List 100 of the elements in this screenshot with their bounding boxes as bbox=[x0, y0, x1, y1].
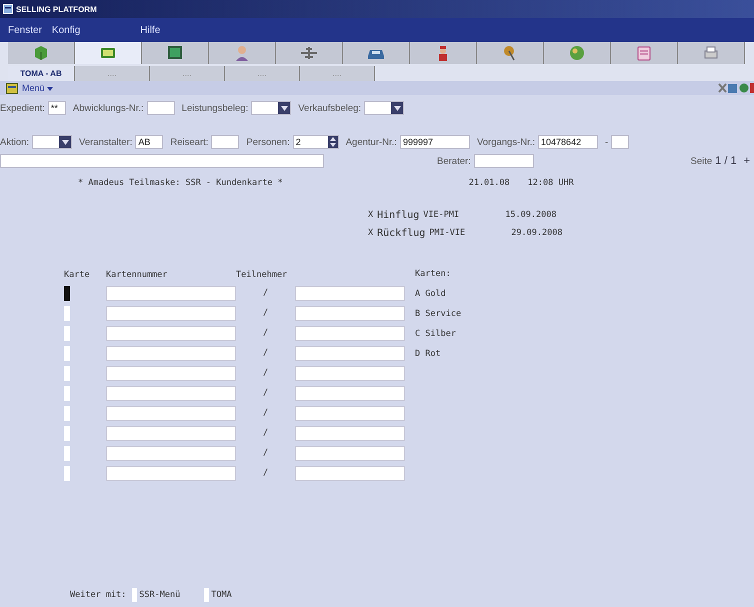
field-label: Berater: bbox=[437, 156, 471, 166]
toolbar-tab[interactable] bbox=[209, 42, 276, 64]
card-icon bbox=[99, 45, 117, 61]
menu-item[interactable]: Fenster bbox=[8, 24, 42, 36]
app-icon bbox=[3, 4, 13, 14]
toolbar-tab[interactable] bbox=[410, 42, 477, 64]
input-field[interactable] bbox=[211, 135, 240, 149]
card-code-field[interactable] bbox=[64, 426, 70, 440]
separator-text: / bbox=[262, 368, 270, 378]
card-number-field[interactable] bbox=[106, 346, 236, 360]
cube-icon bbox=[32, 45, 50, 61]
column-header: Kartennummer bbox=[106, 270, 168, 280]
field-label: Agentur-Nr.: bbox=[346, 136, 397, 148]
toolbar-tab[interactable] bbox=[276, 42, 343, 64]
dropdown[interactable] bbox=[32, 135, 72, 149]
card-number-field[interactable] bbox=[106, 466, 236, 480]
dropdown-arrow-icon bbox=[394, 106, 401, 110]
toolbar-tab[interactable] bbox=[477, 42, 544, 64]
field-label: Leistungsbeleg: bbox=[182, 102, 248, 114]
toolbar-tab[interactable] bbox=[611, 42, 678, 64]
card-number-field[interactable] bbox=[106, 386, 236, 400]
caret-icon bbox=[47, 87, 54, 91]
participant-field[interactable] bbox=[295, 406, 405, 420]
input-field[interactable]: 999997 bbox=[400, 135, 470, 149]
card-number-field[interactable] bbox=[106, 406, 236, 420]
participant-field[interactable] bbox=[295, 326, 405, 340]
dropdown[interactable] bbox=[364, 101, 404, 115]
flight-mark: X bbox=[368, 210, 374, 221]
card-code-field[interactable] bbox=[64, 446, 70, 460]
card-number-field[interactable] bbox=[106, 286, 236, 300]
dropdown[interactable] bbox=[251, 101, 292, 115]
next-page-button[interactable]: + bbox=[744, 155, 750, 167]
spinner-field[interactable]: 2 bbox=[292, 135, 339, 149]
input-field[interactable] bbox=[474, 154, 534, 168]
spinner-arrows-icon bbox=[330, 137, 336, 147]
input-field[interactable] bbox=[611, 135, 630, 149]
card-type-text: A Gold bbox=[415, 289, 447, 301]
participant-field[interactable] bbox=[295, 346, 405, 360]
screen-icon bbox=[166, 45, 184, 61]
legend-title: Karten: bbox=[415, 269, 452, 281]
option-field[interactable] bbox=[132, 588, 138, 602]
toolbar-tab[interactable] bbox=[678, 42, 745, 64]
card-code-field[interactable] bbox=[64, 286, 70, 300]
participant-field[interactable] bbox=[295, 286, 405, 300]
input-field[interactable] bbox=[0, 154, 324, 168]
page-label: Seite bbox=[690, 156, 712, 166]
card-number-field[interactable] bbox=[106, 306, 236, 320]
menu-item[interactable]: Hilfe bbox=[140, 24, 160, 36]
participant-field[interactable] bbox=[295, 426, 405, 440]
card-number-field[interactable] bbox=[106, 326, 236, 340]
field-label: Veranstalter: bbox=[79, 136, 132, 148]
card-number-field[interactable] bbox=[106, 366, 236, 380]
menu-item[interactable]: Konfig bbox=[52, 24, 80, 36]
input-field[interactable]: 10478642 bbox=[538, 135, 598, 149]
separator-text: / bbox=[262, 308, 270, 318]
participant-field[interactable] bbox=[295, 366, 405, 380]
input-field[interactable]: AB bbox=[135, 135, 164, 149]
dropdown-arrow-icon bbox=[62, 140, 69, 144]
card-code-field[interactable] bbox=[64, 346, 70, 360]
menu-button[interactable]: Menü bbox=[22, 83, 54, 93]
card-type-text: B Service bbox=[415, 309, 462, 321]
participant-field[interactable] bbox=[295, 466, 405, 480]
route-text: PMI-VIE bbox=[429, 228, 466, 239]
flight-mark: X bbox=[368, 228, 374, 239]
separator-text: / bbox=[262, 288, 270, 298]
column-header: Karte bbox=[64, 270, 91, 280]
card-number-field[interactable] bbox=[106, 426, 236, 440]
card-code-field[interactable] bbox=[64, 386, 70, 400]
window-title: SELLING PLATFORM bbox=[16, 4, 97, 14]
date-text: 15.09.2008 bbox=[505, 210, 556, 221]
field-label: Verkaufsbeleg: bbox=[298, 102, 362, 114]
card-code-field[interactable] bbox=[64, 306, 70, 320]
participant-field[interactable] bbox=[295, 306, 405, 320]
toolbar-tab[interactable] bbox=[142, 42, 209, 64]
date-text: 21.01.08 bbox=[468, 178, 510, 188]
printer-icon bbox=[702, 45, 720, 61]
field-label: Vorgangs-Nr.: bbox=[476, 136, 536, 148]
input-field[interactable]: ** bbox=[48, 101, 66, 115]
toolbar-tab[interactable] bbox=[343, 42, 410, 64]
card-type-text: C Silber bbox=[415, 329, 457, 341]
person-icon bbox=[233, 45, 251, 61]
participant-field[interactable] bbox=[295, 386, 405, 400]
toolbar-tab[interactable] bbox=[8, 42, 75, 64]
card-number-field[interactable] bbox=[106, 446, 236, 460]
card-code-field[interactable] bbox=[64, 366, 70, 380]
date-text: 29.09.2008 bbox=[511, 228, 562, 239]
card-code-field[interactable] bbox=[64, 466, 70, 480]
card-code-field[interactable] bbox=[64, 406, 70, 420]
option-text: TOMA bbox=[211, 590, 232, 600]
field-label: Personen: bbox=[246, 136, 290, 148]
card-code-field[interactable] bbox=[64, 326, 70, 340]
flight-label: Rückflug bbox=[377, 228, 426, 239]
note-icon bbox=[635, 45, 653, 61]
separator-text: / bbox=[262, 388, 270, 398]
toolbar-tab[interactable] bbox=[75, 42, 142, 64]
field-label: Abwicklungs-Nr.: bbox=[72, 102, 144, 114]
participant-field[interactable] bbox=[295, 446, 405, 460]
toolbar-tab[interactable] bbox=[544, 42, 611, 64]
option-field[interactable] bbox=[204, 588, 210, 602]
input-field[interactable] bbox=[146, 101, 175, 115]
